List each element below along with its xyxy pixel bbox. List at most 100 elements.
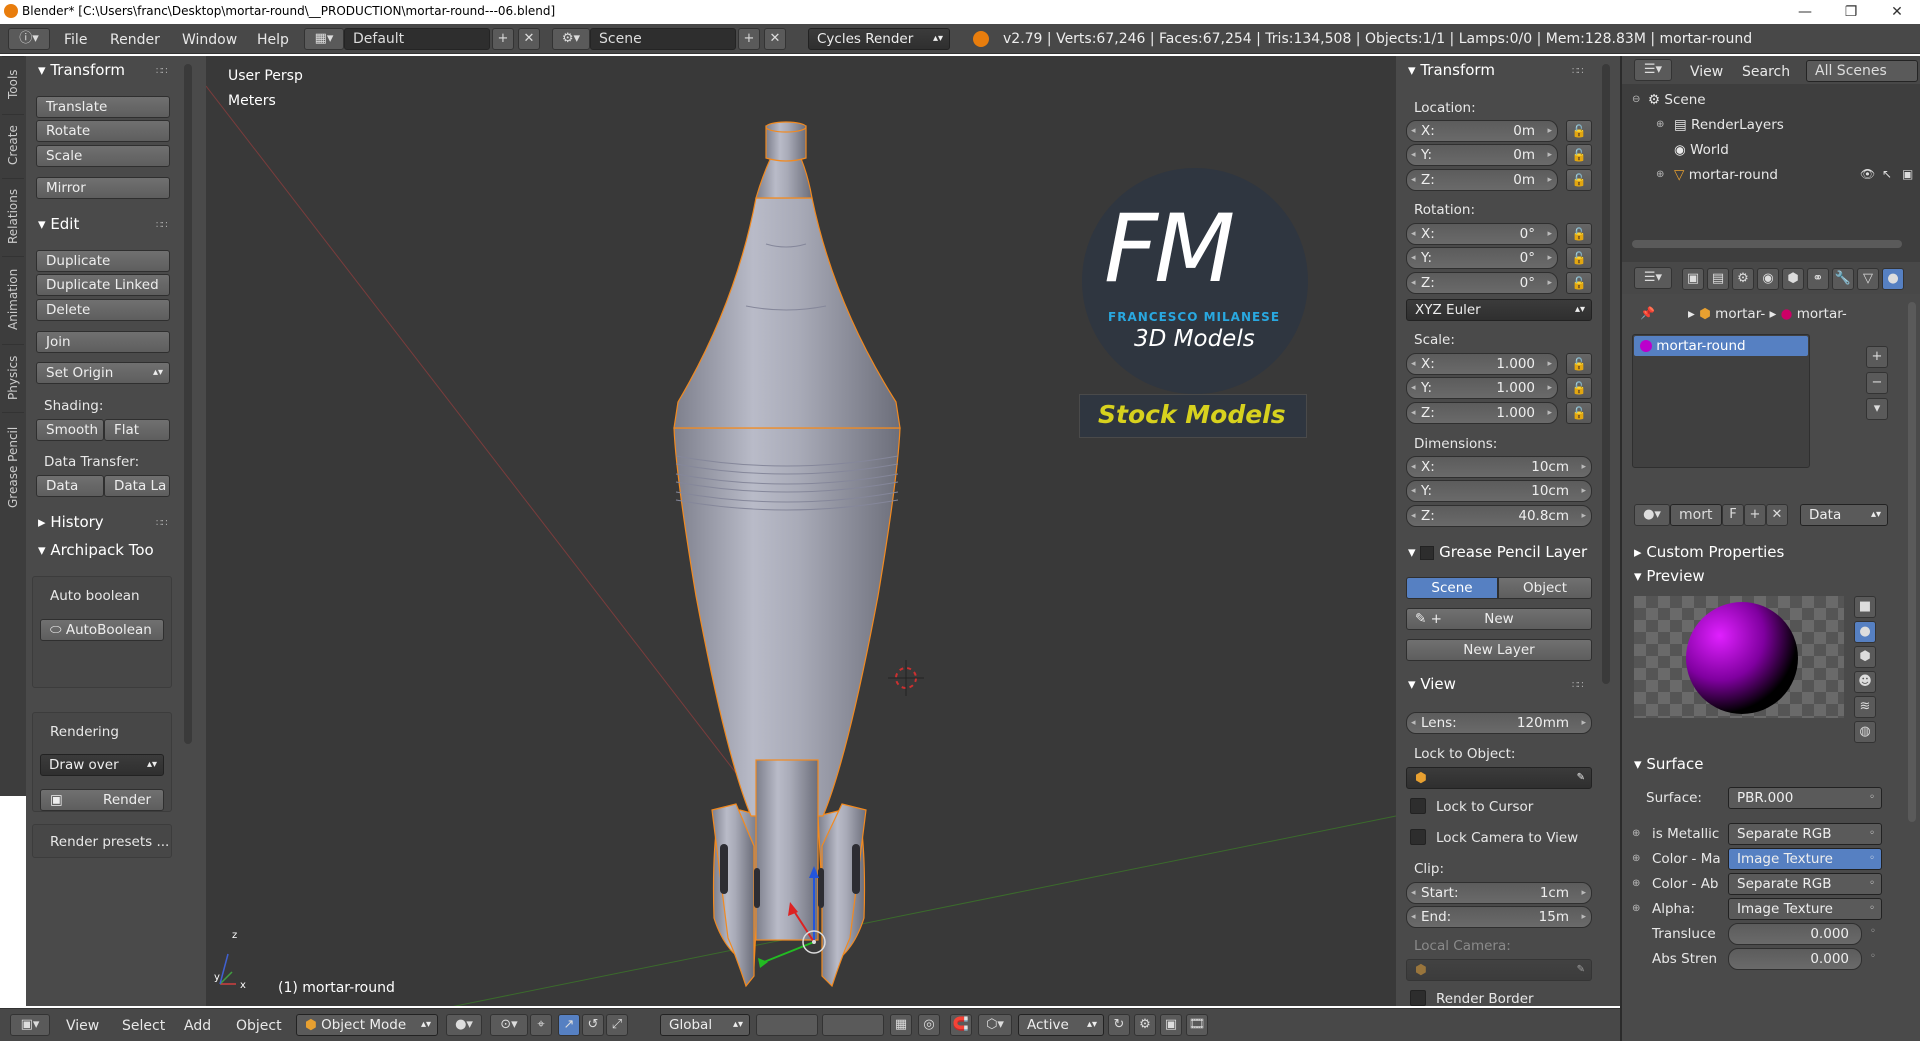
npanel-transform-header[interactable]: ▾ Transform: [1408, 58, 1495, 82]
modifiers-tab-icon[interactable]: 🔧: [1832, 268, 1854, 290]
scrollbar[interactable]: [184, 64, 192, 744]
lock-icon[interactable]: 🔓: [1566, 247, 1592, 269]
is-metallic-input[interactable]: Separate RGB ◦: [1728, 823, 1882, 845]
history-panel-header[interactable]: ▸ History: [38, 510, 104, 534]
properties-scrollbar[interactable]: [1908, 302, 1916, 822]
dimension-x-field[interactable]: ◂ X: 10cm ▸: [1406, 456, 1592, 478]
close-button[interactable]: ✕: [1874, 0, 1920, 24]
expand-icon[interactable]: ⊕: [1656, 169, 1664, 180]
surface-shader-field[interactable]: PBR.000 ◦: [1728, 787, 1882, 809]
rotate-button[interactable]: Rotate: [36, 120, 170, 142]
expand-icon[interactable]: ⊕: [1632, 828, 1640, 839]
render-engine-dropdown[interactable]: Cycles Render ▴▾: [808, 28, 950, 50]
pivot-point-button[interactable]: ⊙▾: [490, 1014, 528, 1036]
autoboolean-button[interactable]: ⬭ AutoBoolean: [40, 619, 164, 641]
display-mode-dropdown[interactable]: All Scenes: [1806, 60, 1918, 82]
remove-slot-button[interactable]: −: [1866, 372, 1888, 394]
unlink-material-button[interactable]: ✕: [1766, 504, 1788, 526]
clip-end-field[interactable]: ◂ End: 15m ▸: [1406, 906, 1592, 928]
render-still-icon[interactable]: ▣: [1160, 1014, 1182, 1036]
material-tab-icon[interactable]: ●: [1882, 268, 1904, 290]
minimize-button[interactable]: —: [1782, 0, 1828, 24]
editor-type-button[interactable]: ⓘ▾: [8, 28, 50, 50]
lock-icon[interactable]: 🔓: [1566, 169, 1592, 191]
translate-manipulator-icon[interactable]: ↗: [558, 1014, 580, 1036]
outliner-mortar-round[interactable]: ▽ mortar-round: [1674, 167, 1778, 183]
rotate-manipulator-icon[interactable]: ↺: [582, 1014, 604, 1036]
render-tab-icon[interactable]: ▣: [1682, 268, 1704, 290]
abs-strength-slider[interactable]: 0.000: [1728, 948, 1862, 970]
scene-icon[interactable]: ⚙▾: [552, 28, 590, 50]
tab-physics[interactable]: Physics: [2, 344, 24, 410]
lock-object-field[interactable]: ⬢ ✎: [1406, 767, 1592, 789]
smooth-button[interactable]: Smooth: [36, 419, 104, 441]
snap-target-dropdown[interactable]: Active ▴▾: [1018, 1014, 1104, 1036]
data-tab-icon[interactable]: ▽: [1857, 268, 1879, 290]
clip-start-field[interactable]: ◂ Start: 1cm ▸: [1406, 882, 1592, 904]
screen-layout-icon[interactable]: ▦▾: [304, 28, 344, 50]
alpha-input[interactable]: Image Texture ◦: [1728, 898, 1882, 920]
location-z-field[interactable]: ◂ Z: 0m ▸: [1406, 169, 1558, 191]
set-origin-dropdown[interactable]: Set Origin ▴▾: [36, 362, 170, 384]
lock-icon[interactable]: 🔓: [1566, 402, 1592, 424]
archipack-panel-header[interactable]: ▾ Archipack Too: [38, 538, 178, 562]
lock-icon[interactable]: 🔓: [1566, 144, 1592, 166]
data-button[interactable]: Data: [36, 475, 104, 497]
lock-icon[interactable]: 🔓: [1566, 272, 1592, 294]
new-layer-button[interactable]: New Layer: [1406, 639, 1592, 661]
outliner-scrollbar[interactable]: [1632, 240, 1902, 248]
rotation-y-field[interactable]: ◂ Y: 0° ▸: [1406, 247, 1558, 269]
duplicate-button[interactable]: Duplicate: [36, 250, 170, 272]
flat-button[interactable]: Flat: [104, 419, 170, 441]
expand-icon[interactable]: ⊕: [1632, 878, 1640, 889]
object-source-tab[interactable]: Object: [1498, 577, 1592, 599]
layers-grid-2[interactable]: [822, 1014, 884, 1036]
lock-icon[interactable]: 🔓: [1566, 120, 1592, 142]
scrollbar[interactable]: [1602, 64, 1610, 684]
outliner-search-menu[interactable]: Search: [1742, 64, 1790, 80]
view-panel-header[interactable]: ▾ View: [1408, 672, 1456, 696]
translate-button[interactable]: Translate: [36, 96, 170, 118]
world-tab-icon[interactable]: ◉: [1757, 268, 1779, 290]
scene-source-tab[interactable]: Scene: [1406, 577, 1498, 599]
render-animation-icon[interactable]: 🎞: [1186, 1014, 1208, 1036]
cube-preview-icon[interactable]: ⬢: [1854, 646, 1876, 668]
snap-project-icon[interactable]: ⚙: [1134, 1014, 1156, 1036]
color-ab-input[interactable]: Separate RGB ◦: [1728, 873, 1882, 895]
dimension-y-field[interactable]: ◂ Y: 10cm ▸: [1406, 480, 1592, 502]
outliner-renderlayers[interactable]: ▤ RenderLayers: [1674, 117, 1784, 133]
scale-manipulator-icon[interactable]: ⤢: [606, 1014, 628, 1036]
data-layers-button[interactable]: Data La: [104, 475, 170, 497]
drag-grip[interactable]: ∷∷: [1572, 66, 1584, 77]
color-ma-input[interactable]: Image Texture ◦: [1728, 848, 1882, 870]
tab-grease-pencil[interactable]: Grease Pencil: [2, 412, 24, 522]
selectable-arrow-icon[interactable]: ↖: [1882, 167, 1892, 181]
constraints-tab-icon[interactable]: ⚭: [1807, 268, 1829, 290]
scale-x-field[interactable]: ◂ X: 1.000 ▸: [1406, 353, 1558, 375]
sphere-preview-icon[interactable]: ●: [1854, 621, 1876, 643]
render-border-checkbox[interactable]: [1410, 990, 1426, 1006]
select-menu[interactable]: Select: [122, 1018, 165, 1034]
proportional-edit-icon[interactable]: ◎: [918, 1014, 940, 1036]
outliner-editor-type[interactable]: ☰▾: [1634, 59, 1672, 81]
new-grease-pencil-button[interactable]: ✎ + New: [1406, 608, 1592, 630]
scene-tab-icon[interactable]: ⚙: [1732, 268, 1754, 290]
shading-mode-button[interactable]: ●▾: [446, 1014, 482, 1036]
lock-layers-icon[interactable]: ▦: [890, 1014, 912, 1036]
render-camera-icon[interactable]: ▣: [1902, 167, 1913, 181]
new-material-button[interactable]: +: [1744, 504, 1766, 526]
location-x-field[interactable]: ◂ X: 0m ▸: [1406, 120, 1558, 142]
tab-tools[interactable]: Tools: [2, 56, 24, 112]
flat-preview-icon[interactable]: ■: [1854, 596, 1876, 618]
add-screen-icon[interactable]: +: [492, 28, 514, 50]
remove-screen-icon[interactable]: ✕: [518, 28, 540, 50]
properties-editor-type[interactable]: ☰▾: [1634, 267, 1672, 289]
menu-render[interactable]: Render: [110, 32, 160, 48]
menu-file[interactable]: File: [64, 32, 87, 48]
material-slot-item[interactable]: mortar-round: [1634, 336, 1808, 356]
outliner-world[interactable]: ◉ World: [1674, 142, 1729, 158]
fake-user-button[interactable]: F: [1722, 504, 1744, 526]
hair-preview-icon[interactable]: ≋: [1854, 696, 1876, 718]
rotation-mode-dropdown[interactable]: XYZ Euler ▴▾: [1406, 299, 1592, 321]
render-presets[interactable]: Render presets ...: [50, 834, 169, 850]
